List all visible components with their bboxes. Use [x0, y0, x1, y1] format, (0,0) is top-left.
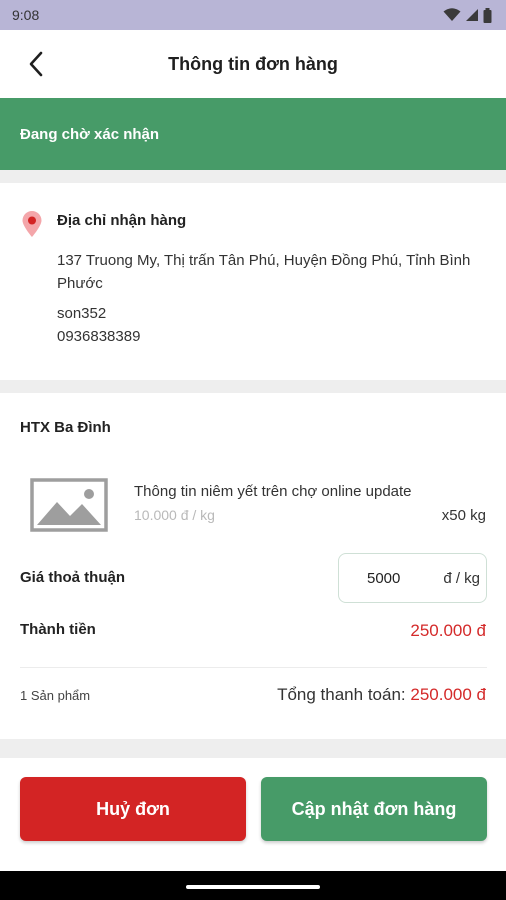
shop-name: HTX Ba Đình: [20, 419, 111, 436]
status-bar: 9:08: [0, 0, 506, 30]
status-icons: [443, 7, 492, 23]
home-gesture-handle[interactable]: [186, 885, 320, 889]
cancel-order-label: Huỷ đơn: [96, 798, 170, 819]
update-order-button[interactable]: Cập nhật đơn hàng: [261, 777, 487, 841]
product-listed-price: 10.000 đ / kg: [134, 507, 215, 523]
app-bar: Thông tin đơn hàng: [0, 30, 506, 98]
product-name: Thông tin niêm yết trên chợ online updat…: [134, 483, 412, 500]
recipient-name: son352: [57, 305, 107, 322]
agreed-price-unit: đ / kg: [443, 569, 480, 587]
location-pin-icon: [22, 211, 42, 237]
grand-total-value: 250.000 đ: [410, 685, 486, 704]
agreed-price-input[interactable]: 5000 đ / kg: [338, 553, 487, 603]
agreed-price-label: Giá thoả thuận: [20, 569, 125, 586]
product-quantity: x50 kg: [441, 507, 486, 524]
wifi-icon: [443, 8, 461, 21]
subtotal-value: 250.000 đ: [410, 621, 486, 640]
address-card: Địa chỉ nhận hàng 137 Truong My, Thị trấ…: [0, 183, 506, 380]
address-heading: Địa chỉ nhận hàng: [57, 212, 187, 229]
item-count: 1 Sản phẩm: [20, 688, 91, 703]
status-time: 9:08: [12, 7, 40, 23]
recipient-phone: 0936838389: [57, 328, 141, 345]
cancel-order-button[interactable]: Huỷ đơn: [20, 777, 246, 841]
order-details-card: HTX Ba Đình Thông tin niêm yết trên chợ …: [0, 393, 506, 739]
divider: [20, 667, 487, 668]
agreed-price-value[interactable]: 5000: [367, 570, 400, 587]
subtotal-label: Thành tiền: [20, 621, 96, 638]
update-order-label: Cập nhật đơn hàng: [291, 798, 457, 819]
battery-icon: [483, 7, 492, 23]
grand-total: Tổng thanh toán: 250.000 đ: [277, 685, 486, 705]
page-title: Thông tin đơn hàng: [168, 53, 338, 74]
cellular-signal-icon: [466, 9, 478, 21]
back-button[interactable]: [18, 46, 54, 82]
order-status-banner: Đang chờ xác nhận: [0, 98, 506, 170]
system-nav-bar: [0, 871, 506, 900]
address-text: 137 Truong My, Thị trấn Tân Phú, Huyện Đ…: [57, 252, 471, 292]
order-status-label: Đang chờ xác nhận: [20, 125, 160, 143]
back-arrow-icon: [29, 51, 43, 77]
grand-total-label: Tổng thanh toán:: [277, 685, 406, 704]
action-bar: Huỷ đơn Cập nhật đơn hàng: [0, 758, 506, 871]
image-placeholder-icon: [30, 478, 108, 532]
